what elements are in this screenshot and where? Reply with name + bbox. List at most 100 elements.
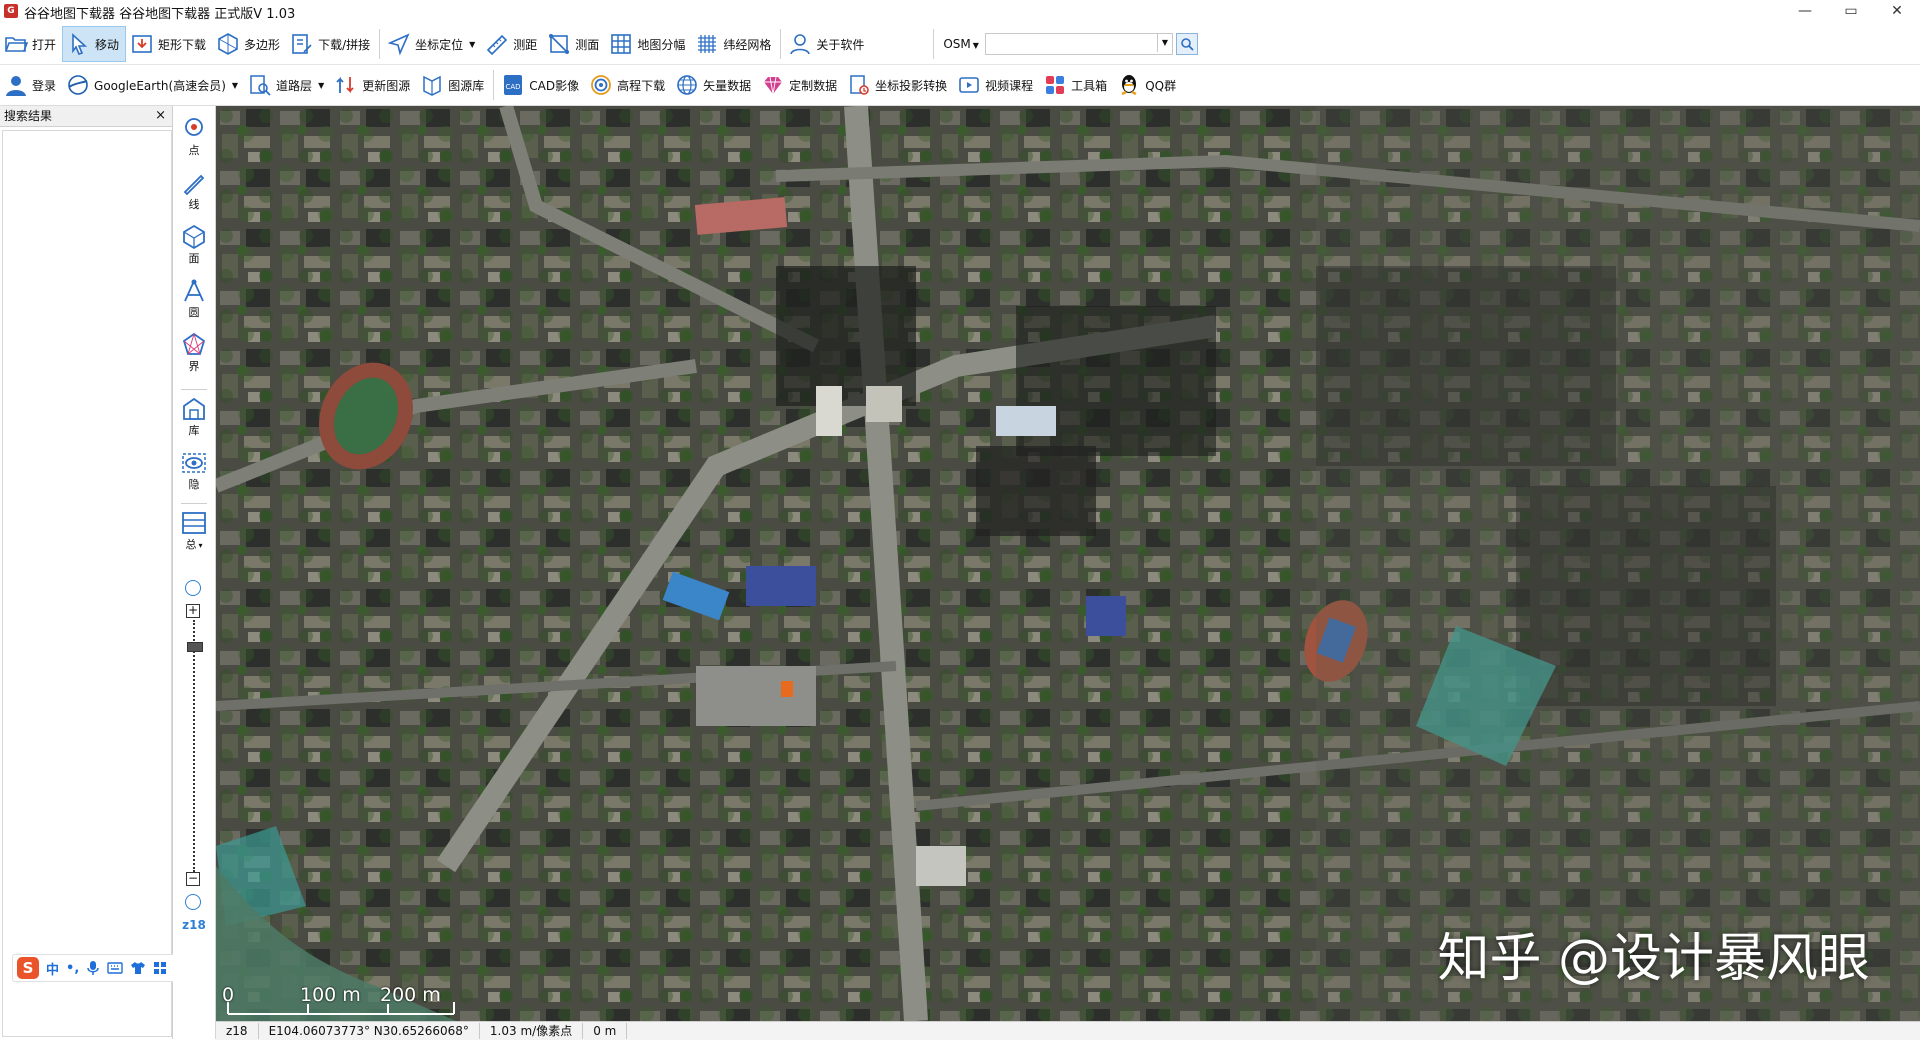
road-layer-icon — [248, 73, 272, 97]
minimize-button[interactable]: — — [1782, 0, 1828, 24]
status-elevation: 0 m — [583, 1023, 628, 1039]
hide-button[interactable]: 隐 — [173, 450, 215, 492]
status-coordinates: E104.06073773° N30.65266068° — [259, 1023, 480, 1039]
app-logo-icon: G — [4, 4, 18, 18]
search-button[interactable] — [1175, 33, 1198, 55]
vector-data-button[interactable]: 矢量数据 — [671, 68, 757, 102]
stitch-icon — [290, 32, 314, 56]
video-icon — [957, 73, 981, 97]
open-button[interactable]: 打开 — [0, 27, 62, 61]
boundary-icon — [182, 332, 206, 355]
ruler-icon — [485, 32, 509, 56]
cad-imagery-button[interactable]: CAD CAD影像 — [497, 68, 585, 102]
qq-icon — [1117, 73, 1141, 97]
stitch-button[interactable]: 下载/拼接 — [286, 27, 376, 61]
pointer-icon — [67, 32, 91, 56]
drawing-toolbar: 点 线 面 圆 界 库 隐 总 ▾ + − z18 — [173, 106, 216, 1039]
sogou-logo-icon[interactable]: S — [17, 957, 39, 979]
map-source-label[interactable]: OSM ▼ — [943, 37, 979, 51]
login-button[interactable]: 登录 — [0, 68, 62, 102]
projection-convert-button[interactable]: 坐标投影转换 — [843, 68, 953, 102]
dropdown-arrow-icon[interactable]: ▼ — [1156, 34, 1172, 52]
zoom-slider-thumb[interactable] — [187, 642, 203, 652]
toolbox-button[interactable]: 工具箱 — [1039, 68, 1113, 102]
vector-globe-icon — [675, 73, 699, 97]
maximize-button[interactable]: ▭ — [1828, 0, 1874, 24]
zoom-in-icon[interactable] — [185, 580, 201, 596]
qq-group-button[interactable]: QQ群 — [1113, 68, 1182, 102]
toolbox-icon — [1043, 73, 1067, 97]
tools-grid-icon[interactable] — [153, 961, 167, 975]
locate-icon — [387, 32, 411, 56]
move-button[interactable]: 移动 — [62, 26, 127, 62]
status-resolution: 1.03 m/像素点 — [480, 1023, 584, 1039]
skin-shirt-icon[interactable] — [130, 961, 146, 975]
status-zoom: z18 — [216, 1023, 259, 1039]
chevron-down-icon: ▼ — [469, 39, 476, 49]
ime-punct-toggle[interactable]: •, — [66, 961, 79, 976]
draw-line-button[interactable]: 线 — [173, 170, 215, 212]
source-library-button[interactable]: 图源库 — [416, 68, 490, 102]
toolbar-divider — [379, 29, 381, 59]
hide-icon — [182, 453, 206, 473]
folder-open-icon — [4, 32, 28, 56]
layers-button[interactable]: 总 ▾ — [173, 510, 215, 552]
lat-lon-grid-button[interactable]: 纬经网格 — [691, 27, 777, 61]
draw-area-button[interactable]: 面 — [173, 224, 215, 266]
satellite-map-view[interactable]: 0 100 m 200 m 知乎 @设计暴风眼 — [216, 106, 1920, 1021]
zoom-out-icon[interactable] — [185, 894, 201, 910]
search-results-list[interactable] — [2, 130, 172, 1037]
custom-data-button[interactable]: 定制数据 — [757, 68, 843, 102]
polygon-button[interactable]: 多边形 — [212, 27, 286, 61]
map-sheet-button[interactable]: 地图分幅 — [605, 27, 691, 61]
google-earth-source-button[interactable]: GoogleEarth(高速会员) ▼ — [62, 68, 244, 102]
locate-button[interactable]: 坐标定位 ▼ — [383, 27, 481, 61]
secondary-toolbar: 登录 GoogleEarth(高速会员) ▼ 道路层 ▼ 更新图源 图源库 CAD … — [0, 65, 1920, 106]
microphone-icon[interactable] — [86, 960, 100, 976]
ime-mode-toggle[interactable]: 中 — [46, 959, 59, 978]
zoom-minus-button[interactable]: − — [186, 872, 200, 886]
library-button[interactable]: 库 — [173, 396, 215, 438]
boundary-button[interactable]: 界 — [173, 332, 215, 374]
panel-title: 搜索结果 — [4, 109, 53, 123]
diamond-icon — [761, 73, 785, 97]
chevron-down-icon: ▼ — [972, 41, 979, 50]
panel-header: 搜索结果 × — [0, 106, 172, 127]
zoom-slider[interactable] — [193, 620, 197, 872]
draw-circle-button[interactable]: 圆 — [173, 278, 215, 320]
toolbar-divider — [181, 389, 207, 390]
toolbar-divider — [181, 503, 207, 504]
scale-label-100: 100 m — [300, 984, 361, 1006]
zoom-level-label: z18 — [182, 918, 206, 932]
keyboard-icon[interactable] — [107, 962, 123, 974]
rect-download-button[interactable]: 矩形下载 — [126, 27, 212, 61]
projection-icon — [847, 73, 871, 97]
draw-point-button[interactable]: 点 — [173, 116, 215, 158]
chevron-down-icon: ▼ — [231, 80, 239, 90]
update-source-icon — [334, 73, 358, 97]
layers-icon — [182, 512, 206, 534]
cad-icon: CAD — [501, 73, 525, 97]
zoom-plus-button[interactable]: + — [186, 604, 200, 618]
elevation-download-button[interactable]: 高程下载 — [585, 68, 671, 102]
measure-distance-button[interactable]: 测距 — [481, 27, 543, 61]
scale-label-0: 0 — [222, 984, 235, 1006]
about-button[interactable]: 关于软件 — [784, 27, 870, 61]
measure-area-icon — [547, 32, 571, 56]
chevron-down-icon: ▼ — [318, 80, 325, 90]
polygon-icon — [216, 32, 240, 56]
grid-icon — [609, 32, 633, 56]
chevron-down-icon: ▾ — [198, 541, 203, 550]
toolbar-divider — [933, 29, 935, 59]
close-window-button[interactable]: ✕ — [1874, 0, 1920, 24]
update-source-button[interactable]: 更新图源 — [330, 68, 416, 102]
watermark-text: 知乎 @设计暴风眼 — [1437, 929, 1870, 989]
measure-area-button[interactable]: 测面 — [543, 27, 605, 61]
road-layer-button[interactable]: 道路层 ▼ — [244, 68, 330, 102]
video-course-button[interactable]: 视频课程 — [953, 68, 1039, 102]
window-title: 谷谷地图下载器 谷谷地图下载器 正式版V 1.03 — [24, 7, 296, 22]
search-icon — [1181, 38, 1194, 51]
satellite-imagery — [216, 106, 1920, 1021]
location-search-input[interactable]: ▼ — [984, 33, 1173, 55]
panel-close-button[interactable]: × — [155, 106, 166, 126]
